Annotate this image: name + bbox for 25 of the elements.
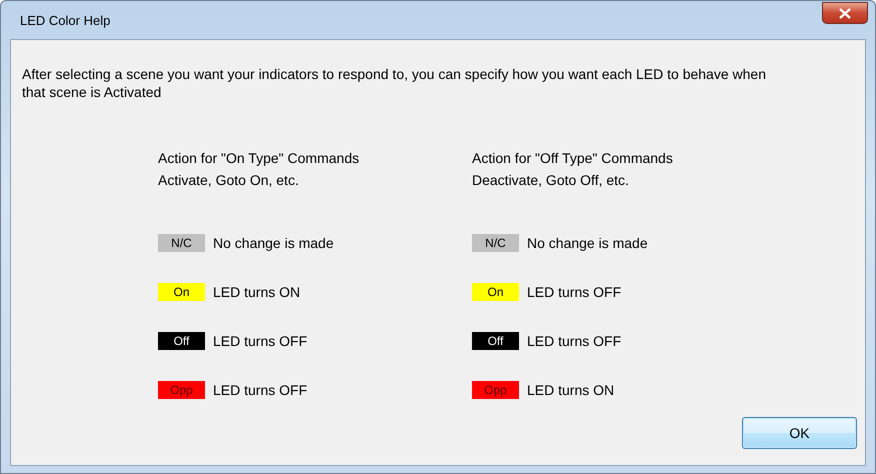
led-badge: Off xyxy=(158,332,205,350)
led-description: LED turns OFF xyxy=(213,332,308,348)
led-badge: Opp xyxy=(472,380,519,398)
intro-text: After selecting a scene you want your indicators to respond to, you can specify how you want each LED to behave when that scene is Activated xyxy=(22,65,767,101)
led-badge: On xyxy=(472,282,519,300)
led-description: LED turns OFF xyxy=(527,332,622,348)
column-subheading: Deactivate, Goto Off, etc. xyxy=(472,171,630,190)
close-button[interactable] xyxy=(822,2,868,24)
led-badge: N/C xyxy=(472,234,519,252)
column-subheading: Activate, Goto On, etc. xyxy=(158,171,300,190)
ok-button[interactable]: OK xyxy=(742,417,857,449)
led-badge: N/C xyxy=(158,234,205,252)
led-badge: On xyxy=(158,282,205,300)
led-description: LED turns OFF xyxy=(527,284,622,300)
window-title: LED Color Help xyxy=(19,12,110,28)
led-description: No change is made xyxy=(527,234,648,250)
led-badge: Off xyxy=(472,332,519,350)
led-description: LED turns ON xyxy=(213,284,300,300)
close-icon xyxy=(839,8,851,18)
led-description: LED turns OFF xyxy=(213,382,308,398)
column-heading: Action for "On Type" Commands xyxy=(158,149,360,168)
led-badge: Opp xyxy=(158,380,205,398)
led-description: LED turns ON xyxy=(527,382,614,398)
led-description: No change is made xyxy=(213,234,334,250)
column-heading: Action for "Off Type" Commands xyxy=(472,149,674,168)
